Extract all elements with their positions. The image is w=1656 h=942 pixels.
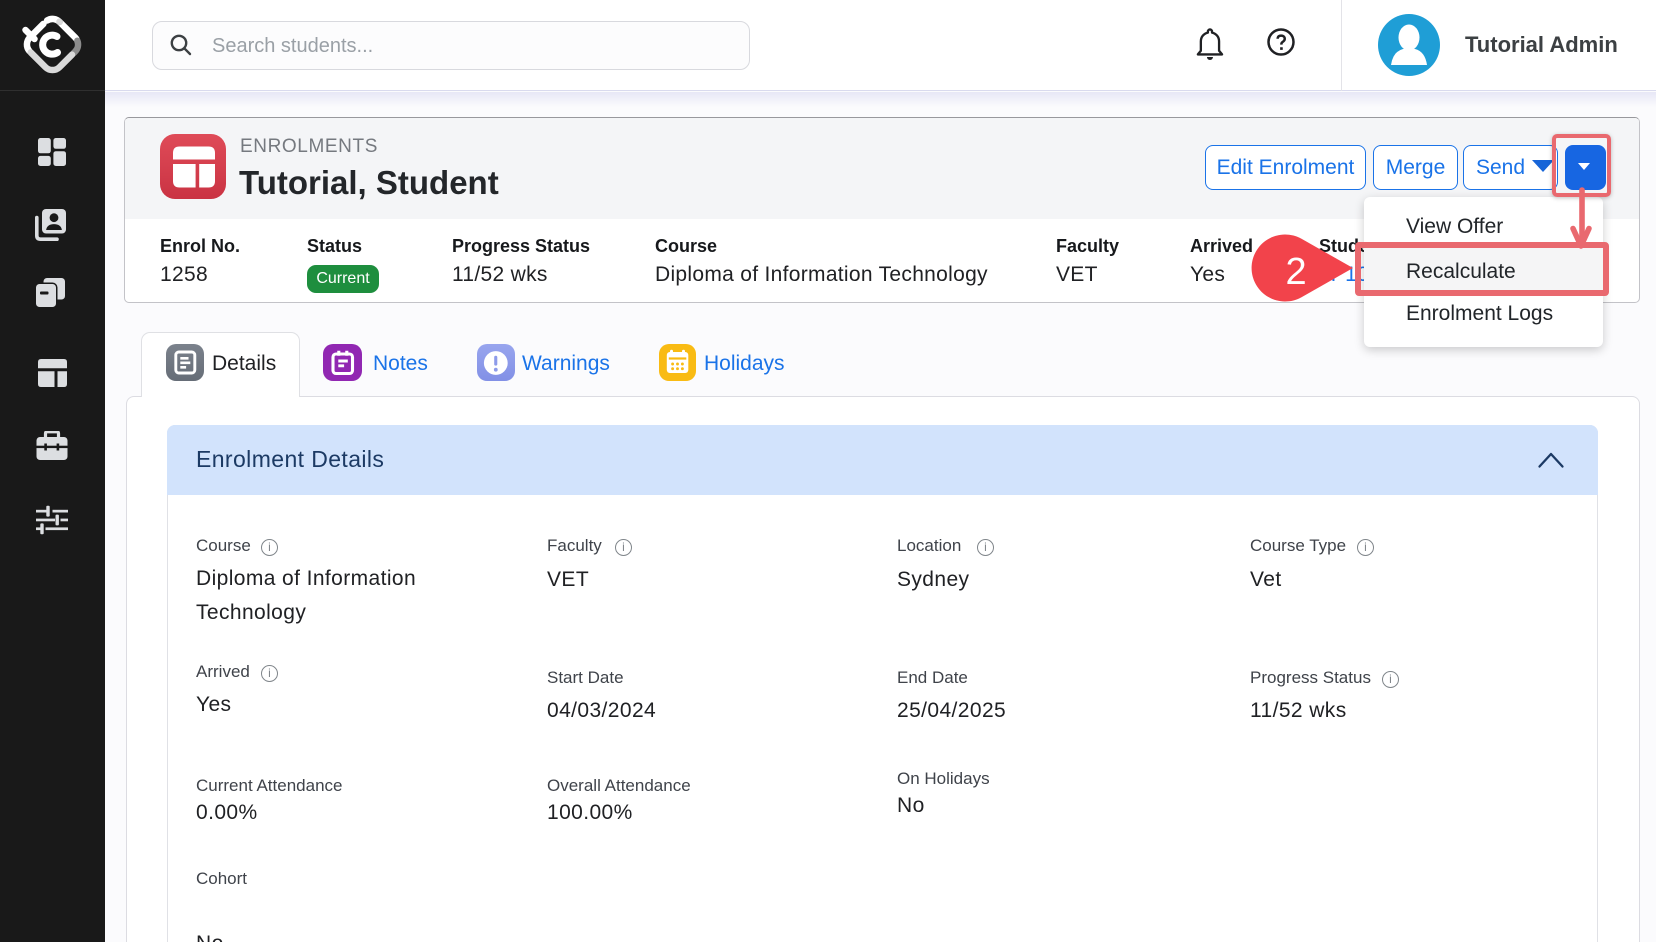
svg-text:2: 2 [1286, 251, 1307, 293]
